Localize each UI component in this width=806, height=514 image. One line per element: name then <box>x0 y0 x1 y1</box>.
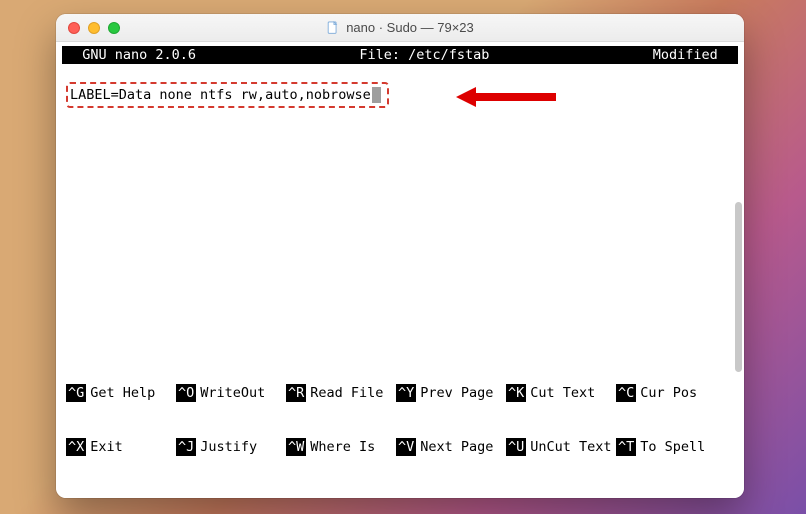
nano-shortcut-bar: ^GGet Help ^OWriteOut ^RRead File ^YPrev… <box>66 348 734 492</box>
shortcut-to-spell: ^TTo Spell <box>616 438 726 456</box>
shortcut-cur-pos: ^CCur Pos <box>616 384 726 402</box>
shortcut-prev-page: ^YPrev Page <box>396 384 506 402</box>
nano-version: GNU nano 2.0.6 <box>66 46 196 64</box>
shortcut-justify: ^JJustify <box>176 438 286 456</box>
shortcut-row-1: ^GGet Help ^OWriteOut ^RRead File ^YPrev… <box>66 384 734 402</box>
text-cursor <box>372 87 381 103</box>
shortcut-read-file: ^RRead File <box>286 384 396 402</box>
shortcut-next-page: ^VNext Page <box>396 438 506 456</box>
highlighted-line: LABEL=Data none ntfs rw,auto,nobrowse <box>66 82 389 108</box>
zoom-icon[interactable] <box>108 22 120 34</box>
document-icon <box>326 21 340 35</box>
titlebar: nano · Sudo — 79×23 <box>56 14 744 42</box>
terminal-window: nano · Sudo — 79×23 GNU nano 2.0.6 File:… <box>56 14 744 498</box>
window-title: nano · Sudo — 79×23 <box>56 20 744 35</box>
shortcut-get-help: ^GGet Help <box>66 384 176 402</box>
nano-file: File: /etc/fstab <box>196 46 653 64</box>
editor-area[interactable]: LABEL=Data none ntfs rw,auto,nobrowse <box>66 82 734 108</box>
close-icon[interactable] <box>68 22 80 34</box>
shortcut-uncut-text: ^UUnCut Text <box>506 438 616 456</box>
window-title-text: nano · Sudo — 79×23 <box>346 20 474 35</box>
shortcut-row-2: ^XExit ^JJustify ^WWhere Is ^VNext Page … <box>66 438 734 456</box>
terminal-content[interactable]: GNU nano 2.0.6 File: /etc/fstab Modified… <box>56 42 744 498</box>
shortcut-exit: ^XExit <box>66 438 176 456</box>
traffic-lights <box>56 22 120 34</box>
nano-modified: Modified <box>653 46 734 64</box>
scrollbar[interactable] <box>735 202 742 372</box>
editor-line[interactable]: LABEL=Data none ntfs rw,auto,nobrowse <box>70 87 371 103</box>
shortcut-cut-text: ^KCut Text <box>506 384 616 402</box>
shortcut-writeout: ^OWriteOut <box>176 384 286 402</box>
nano-status-bar: GNU nano 2.0.6 File: /etc/fstab Modified <box>62 46 738 64</box>
minimize-icon[interactable] <box>88 22 100 34</box>
shortcut-where-is: ^WWhere Is <box>286 438 396 456</box>
